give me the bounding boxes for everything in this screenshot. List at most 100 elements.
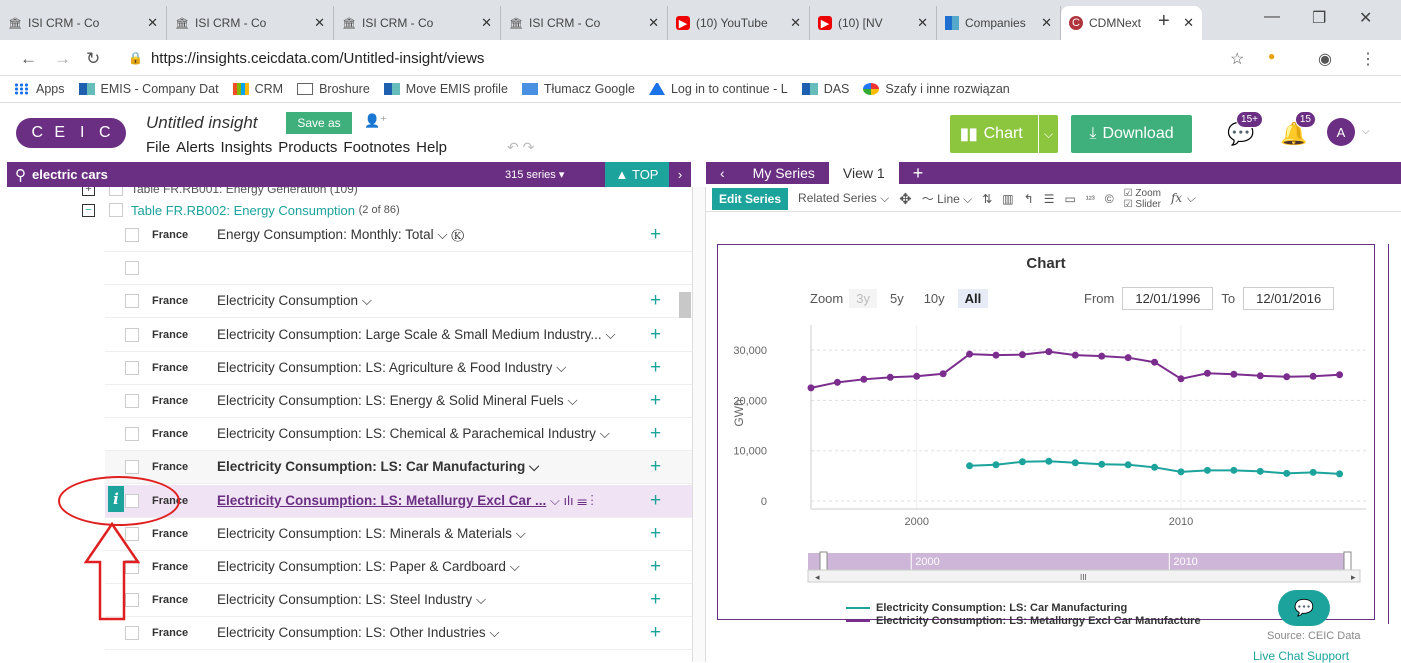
menu-products[interactable]: Products (278, 139, 337, 156)
window-close-button[interactable]: ✕ (1359, 8, 1372, 28)
series-row[interactable]: France Energy Consumption: Monthly: Total… (105, 219, 692, 252)
legend-item[interactable]: Electricity Consumption: LS: Metallurgy … (846, 614, 1201, 627)
series-row[interactable]: France Electricity Consumption: LS: Energ… (105, 385, 692, 418)
close-icon[interactable]: ✕ (648, 15, 659, 31)
copyright-icon[interactable]: © (1105, 192, 1114, 206)
menu-alerts[interactable]: Alerts (176, 139, 214, 156)
add-view-button[interactable]: + (899, 162, 938, 184)
series-checkbox[interactable] (125, 294, 139, 309)
series-name[interactable]: Electricity Consumption: LS: Metallurgy … (217, 493, 546, 508)
add-series-button[interactable]: + (650, 622, 661, 644)
search-bar[interactable]: ⚲ electric cars 315 series ▾ (7, 162, 605, 187)
tabs-back-icon[interactable]: ‹ (706, 162, 739, 184)
series-name[interactable]: Electricity Consumption: LS: Chemical & … (217, 426, 610, 442)
live-chat-link[interactable]: Live Chat Support (1253, 649, 1349, 663)
browser-tab[interactable]: ▶ (10) YouTube ✕ (668, 6, 810, 40)
avatar-chevron-icon[interactable]: ⌵ (1362, 126, 1370, 137)
browser-tab[interactable]: ▶ (10) [NV ✕ (810, 6, 937, 40)
add-series-button[interactable]: + (650, 456, 661, 478)
bookmark-item[interactable]: Tłumacz Google (521, 82, 635, 96)
series-name[interactable]: Electricity Consumption: LS: Other Indus… (217, 625, 500, 641)
comment-icon[interactable]: ▭ (1064, 192, 1075, 206)
checkbox[interactable] (109, 187, 123, 196)
series-row[interactable]: France Electricity Consumption: Large Sca… (105, 319, 692, 352)
collapse-icon[interactable]: − (82, 203, 95, 217)
add-series-button[interactable]: + (650, 324, 661, 346)
series-name[interactable]: Electricity Consumption: LS: Energy & So… (217, 393, 578, 409)
maximize-button[interactable]: ❐ (1312, 8, 1326, 28)
series-row[interactable]: France Electricity Consumption: LS: Miner… (105, 518, 692, 551)
series-row[interactable]: France Electricity Consumption: LS: Other… (105, 617, 692, 651)
related-series-dropdown[interactable]: Related Series ⌵ (798, 191, 889, 206)
chevron-down-icon[interactable]: ⌵ (1038, 115, 1058, 153)
close-icon[interactable]: ✕ (917, 15, 928, 31)
close-icon[interactable]: ✕ (1041, 15, 1052, 31)
ceic-logo[interactable]: C E I C (16, 118, 126, 148)
browser-tab[interactable]: 🏛 ISI CRM - Co ✕ (501, 6, 668, 40)
bookmark-item[interactable]: Szafy i inne rozwiązan (863, 82, 1010, 96)
series-checkbox[interactable] (125, 460, 139, 475)
undo-redo-icons[interactable]: ↶ ↷ (507, 139, 534, 156)
close-icon[interactable]: ✕ (1183, 15, 1194, 31)
numbers-icon[interactable]: ¹²³ (1086, 194, 1095, 204)
series-row[interactable]: France Electricity Consumption: LS: Paper… (105, 551, 692, 584)
bookmark-item[interactable]: Log in to continue - L (648, 82, 788, 96)
series-checkbox[interactable] (125, 261, 139, 276)
list-icon[interactable]: ☰ (1044, 192, 1055, 206)
menu-insights[interactable]: Insights (221, 139, 273, 156)
panel-divider[interactable] (692, 187, 706, 662)
search-query[interactable]: electric cars (32, 167, 108, 182)
bars-icon[interactable]: ▥ (1002, 192, 1013, 206)
close-icon[interactable]: ✕ (147, 15, 158, 31)
browser-tab[interactable]: 🏛 ISI CRM - Co ✕ (334, 6, 501, 40)
browser-tab[interactable]: C CDMNext ✕ (1061, 6, 1202, 40)
series-row-tools[interactable]: ⌵ ılı ☰ ⋮ (550, 493, 594, 509)
series-row[interactable]: France Electricity Consumption: LS: Metal… (105, 484, 692, 518)
menu-file[interactable]: File (146, 139, 170, 156)
add-series-button[interactable]: + (650, 390, 661, 412)
series-name[interactable]: Energy Consumption: Monthly: Total ⌵ Ⓚ (217, 227, 464, 243)
menu-help[interactable]: Help (416, 139, 447, 156)
series-name[interactable]: Electricity Consumption: LS: Car Manufac… (217, 459, 539, 475)
fx-dropdown[interactable]: fx ⌵ (1171, 191, 1195, 206)
add-series-button[interactable]: + (650, 523, 661, 545)
series-checkbox[interactable] (125, 228, 139, 242)
add-series-button[interactable]: + (650, 490, 661, 512)
download-button[interactable]: ⤓ Download (1071, 115, 1192, 153)
collapse-panel-button[interactable]: › (669, 162, 691, 187)
series-row[interactable]: France Electricity Consumption: LS: Chemi… (105, 418, 692, 452)
tree-row-table2[interactable]: − Table FR.RB002: Energy Consumption (2 … (82, 199, 400, 221)
scrollbar-thumb[interactable] (679, 292, 691, 318)
series-checkbox[interactable] (125, 427, 139, 442)
new-tab-button[interactable]: + (1158, 10, 1170, 33)
checkbox[interactable] (109, 203, 123, 217)
kebab-menu-icon[interactable]: ⋮ (1360, 49, 1376, 69)
bookmark-item[interactable]: DAS (801, 82, 849, 96)
browser-tab[interactable]: 🏛 ISI CRM - Co ✕ (167, 6, 334, 40)
edit-series-button[interactable]: Edit Series (712, 187, 789, 210)
messages-icon[interactable]: 💬 15+ (1227, 111, 1263, 146)
close-icon[interactable]: ✕ (481, 15, 492, 31)
chat-icon[interactable]: 💬 (1278, 590, 1330, 626)
chart-button[interactable]: ▮▮ Chart ⌵ (950, 115, 1058, 153)
series-name[interactable]: Electricity Consumption: LS: Agriculture… (217, 360, 566, 376)
legend-item[interactable]: Electricity Consumption: LS: Car Manufac… (846, 601, 1201, 614)
forward-button[interactable]: → (54, 49, 71, 69)
series-checkbox[interactable] (125, 327, 139, 342)
bookmark-item[interactable]: EMIS - Company Dat (78, 82, 219, 96)
top-button[interactable]: ▲ TOP (605, 162, 669, 187)
close-icon[interactable]: ✕ (314, 15, 325, 31)
star-icon[interactable]: ☆ (1230, 49, 1244, 69)
add-series-button[interactable]: + (650, 556, 661, 578)
expand-icon[interactable]: + (82, 187, 95, 196)
series-name[interactable]: Electricity Consumption: LS: Paper & Car… (217, 559, 520, 575)
series-name[interactable]: Electricity Consumption: LS: Steel Indus… (217, 592, 486, 608)
series-row[interactable] (105, 252, 692, 286)
bell-icon[interactable]: 🔔 15 (1280, 111, 1316, 146)
close-icon[interactable]: ✕ (790, 15, 801, 31)
bookmark-item[interactable]: Apps (14, 82, 65, 96)
extension-icon[interactable]: ● (1268, 49, 1275, 63)
series-name[interactable]: Electricity Consumption: LS: Minerals & … (217, 526, 526, 542)
series-name[interactable]: Electricity Consumption ⌵ (217, 293, 372, 309)
avatar[interactable]: A (1327, 118, 1355, 146)
